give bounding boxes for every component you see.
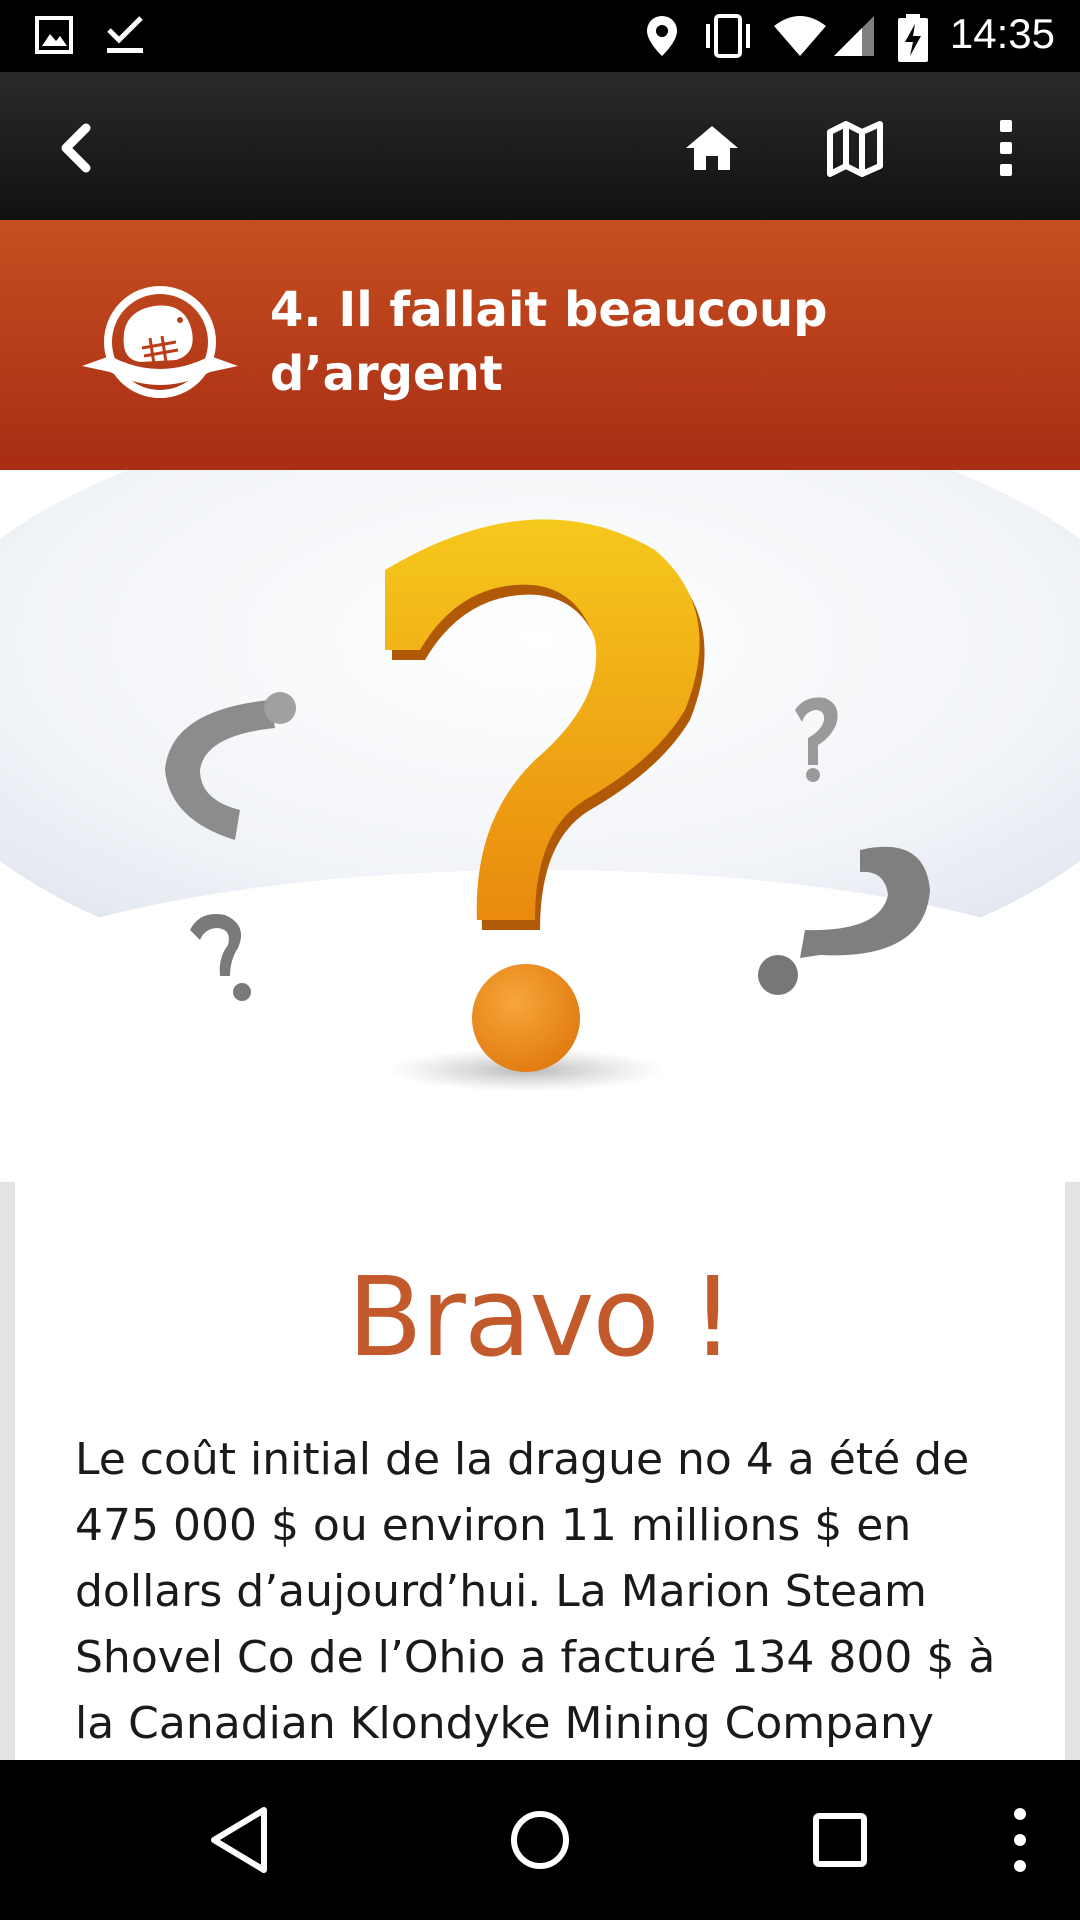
system-nav-bar (0, 1760, 1080, 1920)
status-bar: 14:35 (0, 0, 1080, 72)
vibrate-icon (706, 14, 750, 58)
content-area: Bravo ! Le coût initial de la drague no … (0, 1182, 1080, 1760)
parks-canada-beaver-logo (82, 286, 238, 398)
back-button[interactable] (40, 112, 112, 184)
download-done-icon (107, 16, 143, 53)
hero-image (0, 470, 1080, 1182)
page-title: 4. Il fallait beaucoup d’argent (270, 282, 828, 402)
status-time: 14:35 (949, 10, 1055, 57)
map-button[interactable] (822, 112, 894, 184)
overflow-menu-button[interactable] (970, 112, 1042, 184)
nav-recents-icon (813, 1813, 867, 1867)
map-icon (827, 121, 883, 177)
answer-heading: Bravo ! (347, 1253, 735, 1381)
location-icon (647, 16, 677, 56)
battery-charging-icon (898, 14, 928, 62)
answer-text: Le coût initial de la drague no 4 a été … (75, 1434, 996, 1749)
wifi-icon (774, 16, 826, 56)
gallery-icon (35, 16, 73, 54)
signal-icon (834, 16, 874, 56)
app-toolbar (0, 72, 1080, 220)
nav-back-button[interactable] (200, 1800, 280, 1880)
overflow-menu-icon (1000, 120, 1012, 176)
nav-back-icon (211, 1807, 267, 1873)
nav-home-button[interactable] (500, 1800, 580, 1880)
nav-home-icon (511, 1811, 569, 1869)
nav-recents-button[interactable] (800, 1800, 880, 1880)
nav-menu-button[interactable] (980, 1800, 1060, 1880)
back-icon (61, 123, 91, 173)
home-icon (686, 126, 738, 170)
question-marks-illustration (0, 470, 1080, 1182)
section-banner: 4. Il fallait beaucoup d’argent (0, 220, 1080, 470)
answer-card: Bravo ! Le coût initial de la drague no … (15, 1182, 1065, 1760)
nav-menu-icon (1014, 1808, 1026, 1872)
home-button[interactable] (676, 112, 748, 184)
